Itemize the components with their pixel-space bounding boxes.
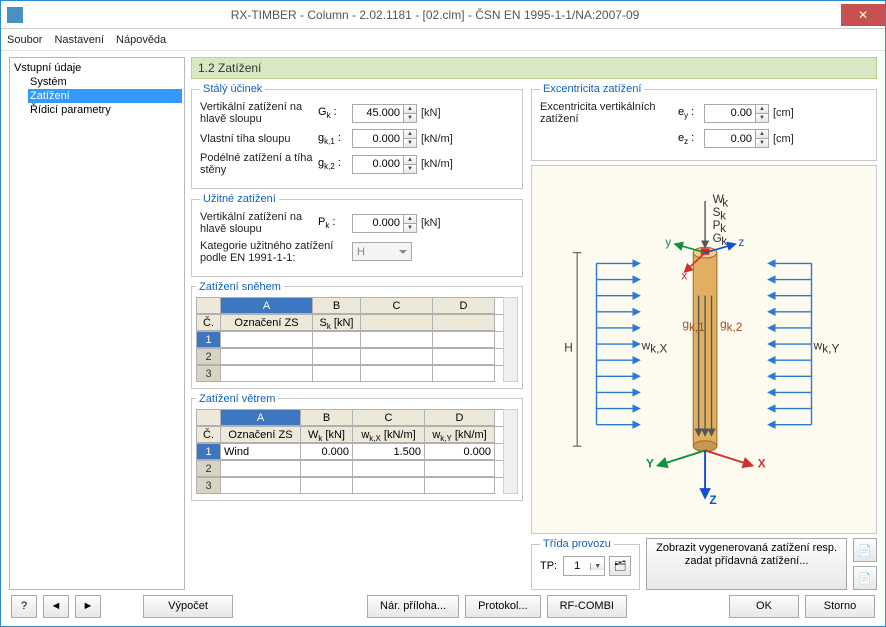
tree-item-params[interactable]: Řídicí parametry bbox=[28, 103, 182, 117]
sym-gk2: gk,2 : bbox=[318, 157, 352, 171]
legend-wind: Zatížení větrem bbox=[196, 393, 278, 405]
unit-gk: [kN] bbox=[421, 107, 441, 119]
table-snow[interactable]: A B C D Č. Označení ZS Sk [kN] bbox=[196, 297, 503, 382]
help-button[interactable]: ? bbox=[11, 595, 37, 618]
unit-pk: [kN] bbox=[421, 217, 441, 229]
tree-item-load[interactable]: Zatížení bbox=[28, 89, 182, 103]
svg-text:k: k bbox=[720, 209, 726, 223]
svg-text:Y: Y bbox=[646, 457, 654, 471]
input-pk[interactable]: ▲▼ bbox=[352, 214, 417, 233]
label-gk: Vertikální zatížení na hlavě sloupu bbox=[200, 101, 318, 125]
menu-settings[interactable]: Nastavení bbox=[54, 34, 104, 46]
svg-text:k: k bbox=[721, 234, 727, 248]
svg-text:z: z bbox=[738, 235, 744, 249]
table-wind[interactable]: A B C D Č. Označení ZS Wk [kN] wk,X [kN/ bbox=[196, 409, 503, 494]
svg-text:k: k bbox=[722, 196, 728, 210]
group-permanent: Stálý účinek Vertikální zatížení na hlav… bbox=[191, 83, 523, 189]
scrollbar-snow[interactable] bbox=[503, 297, 518, 382]
app-icon bbox=[7, 7, 23, 23]
sym-gk: Gk : bbox=[318, 106, 352, 120]
footer: ? ◄ ► Výpočet Nár. příloha... Protokol..… bbox=[1, 590, 885, 626]
group-ecc: Excentricita zatížení Excentricita verti… bbox=[531, 83, 877, 161]
label-cat: Kategorie užitného zatížení podle EN 199… bbox=[200, 240, 352, 264]
svg-text:k,1: k,1 bbox=[689, 320, 705, 334]
legend-ecc: Excentricita zatížení bbox=[540, 83, 644, 95]
label-gk2: Podélné zatížení a tíha stěny bbox=[200, 152, 318, 176]
tree-nav[interactable]: Vstupní údaje Systém Zatížení Řídicí par… bbox=[9, 57, 185, 590]
menubar: Soubor Nastavení Nápověda bbox=[1, 29, 885, 51]
prev-button[interactable]: ◄ bbox=[43, 595, 69, 618]
combi-button[interactable]: RF-COMBI bbox=[547, 595, 627, 618]
label-gk1: Vlastní tíha sloupu bbox=[200, 133, 318, 145]
input-gk2[interactable]: ▲▼ bbox=[352, 155, 417, 174]
legend-tp: Třída provozu bbox=[540, 538, 614, 550]
next-button[interactable]: ► bbox=[75, 595, 101, 618]
table-row[interactable]: 3 bbox=[196, 365, 503, 382]
page-heading: 1.2 Zatížení bbox=[191, 57, 877, 79]
unit-ey: [cm] bbox=[773, 107, 794, 119]
table-row[interactable]: 2 bbox=[196, 460, 503, 477]
tree-root[interactable]: Vstupní údaje bbox=[12, 61, 182, 75]
legend-permanent: Stálý účinek bbox=[200, 83, 265, 95]
menu-help[interactable]: Nápověda bbox=[116, 34, 166, 46]
load-diagram: Wk Sk Pk Gk gk,1 gk,2 wk,X wk,Y H x y bbox=[531, 165, 877, 534]
group-wind: Zatížení větrem A B C D bbox=[191, 393, 523, 501]
titlebar: RX-TIMBER - Column - 2.02.1181 - [02.clm… bbox=[1, 1, 885, 29]
protokol-button[interactable]: Protokol... bbox=[465, 595, 541, 618]
main-panel: 1.2 Zatížení Stálý účinek Vertikální zat… bbox=[191, 57, 877, 590]
sym-pk: Pk : bbox=[318, 216, 352, 230]
group-live: Užitné zatížení Vertikální zatížení na h… bbox=[191, 193, 523, 276]
calc-button[interactable]: Výpočet bbox=[143, 595, 233, 618]
close-button[interactable]: ✕ bbox=[841, 4, 885, 26]
sym-gk1: gk,1 : bbox=[318, 132, 352, 146]
table-row[interactable]: 1Wind0.0001.5000.000 bbox=[196, 443, 503, 460]
input-ez[interactable]: ▲▼ bbox=[704, 129, 769, 148]
select-category[interactable]: H bbox=[352, 242, 412, 261]
menu-file[interactable]: Soubor bbox=[7, 34, 42, 46]
svg-text:Z: Z bbox=[709, 493, 716, 507]
input-gk1[interactable]: ▲▼ bbox=[352, 129, 417, 148]
svg-text:x: x bbox=[681, 269, 687, 283]
legend-snow: Zatížení sněhem bbox=[196, 281, 284, 293]
group-snow: Zatížení sněhem A B C D bbox=[191, 281, 523, 389]
unit-gk2: [kN/m] bbox=[421, 158, 453, 170]
svg-text:y: y bbox=[665, 235, 671, 249]
label-tp: TP: bbox=[540, 560, 557, 572]
svg-text:w: w bbox=[813, 339, 823, 353]
content: Vstupní údaje Systém Zatížení Řídicí par… bbox=[1, 51, 885, 590]
select-tp[interactable]: 1▼ bbox=[563, 556, 605, 576]
sym-ey: ey : bbox=[678, 106, 704, 120]
table-row[interactable]: 3 bbox=[196, 477, 503, 494]
svg-text:X: X bbox=[758, 457, 766, 471]
unit-ez: [cm] bbox=[773, 133, 794, 145]
label-pk: Vertikální zatížení na hlavě sloupu bbox=[200, 211, 318, 235]
input-ey[interactable]: ▲▼ bbox=[704, 104, 769, 123]
sym-ez: ez : bbox=[678, 132, 704, 146]
ok-button[interactable]: OK bbox=[729, 595, 799, 618]
legend-live: Užitné zatížení bbox=[200, 193, 279, 205]
svg-text:k,Y: k,Y bbox=[822, 342, 839, 356]
svg-text:w: w bbox=[641, 339, 651, 353]
svg-text:k,2: k,2 bbox=[727, 320, 743, 334]
gen-loads-button[interactable]: Zobrazit vygenerovaná zatížení resp.zada… bbox=[646, 538, 847, 590]
group-tp: Třída provozu TP: 1▼ 🗂 bbox=[531, 538, 640, 590]
nar-button[interactable]: Nár. příloha... bbox=[367, 595, 459, 618]
scrollbar-wind[interactable] bbox=[503, 409, 518, 494]
tp-details-button[interactable]: 🗂 bbox=[609, 556, 631, 576]
table-row[interactable]: 1 bbox=[196, 331, 503, 348]
export-button-1[interactable]: 📄 bbox=[853, 538, 877, 562]
export-button-2[interactable]: 📄 bbox=[853, 566, 877, 590]
app-window: RX-TIMBER - Column - 2.02.1181 - [02.clm… bbox=[0, 0, 886, 627]
table-row[interactable]: 2 bbox=[196, 348, 503, 365]
cancel-button[interactable]: Storno bbox=[805, 595, 875, 618]
unit-gk1: [kN/m] bbox=[421, 133, 453, 145]
svg-text:k,X: k,X bbox=[650, 342, 667, 356]
tree-item-system[interactable]: Systém bbox=[28, 75, 182, 89]
window-title: RX-TIMBER - Column - 2.02.1181 - [02.clm… bbox=[29, 8, 841, 22]
input-gk[interactable]: ▲▼ bbox=[352, 104, 417, 123]
label-ecc: Excentricita vertikálních zatížení bbox=[540, 101, 678, 125]
svg-text:H: H bbox=[564, 341, 573, 355]
